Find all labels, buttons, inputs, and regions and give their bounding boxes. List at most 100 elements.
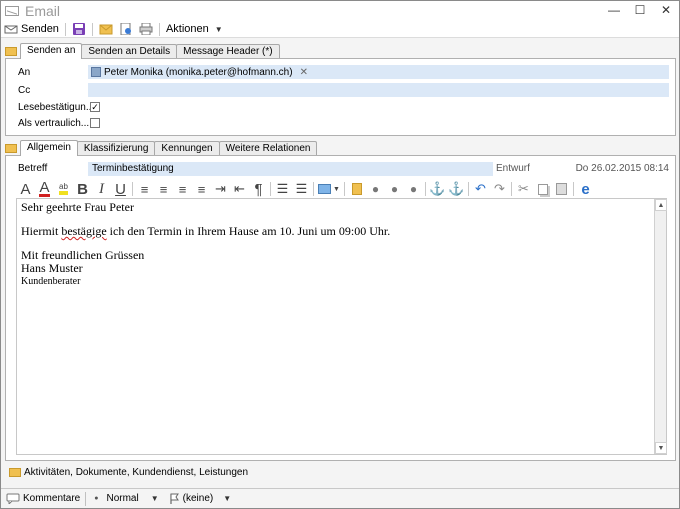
preview-button[interactable]: e — [576, 180, 595, 198]
send-button[interactable]: Senden — [1, 21, 62, 38]
close-icon[interactable]: ✕ — [659, 3, 673, 17]
italic-button[interactable]: I — [92, 180, 111, 198]
minimize-icon[interactable]: — — [607, 3, 621, 17]
send-label: Senden — [21, 23, 59, 35]
underline-icon: U — [115, 180, 126, 198]
paste-button[interactable] — [552, 180, 571, 198]
message-editor[interactable]: Sehr geehrte Frau Peter Hiermit bestägig… — [16, 198, 667, 455]
recipient-chip[interactable]: Peter Monika (monika.peter@hofmann.ch) ✕ — [88, 67, 308, 78]
sender-name: Hans Muster — [21, 261, 83, 275]
mail-action-button[interactable] — [96, 21, 116, 38]
read-receipt-label: Lesebestätigun... — [18, 101, 95, 113]
tab-identifiers[interactable]: Kennungen — [154, 141, 220, 156]
tab-send-to-details[interactable]: Senden an Details — [81, 44, 178, 59]
table-icon — [351, 183, 362, 195]
outdent-button[interactable]: ⇤ — [230, 180, 249, 198]
printer-icon — [139, 23, 153, 35]
folder-icon — [5, 46, 17, 56]
folder-icon — [9, 467, 21, 477]
comments-label: Kommentare — [23, 493, 81, 504]
tab-further-relations[interactable]: Weitere Relationen — [218, 141, 318, 156]
cc-field[interactable] — [88, 83, 669, 97]
bullet-list-button[interactable]: ☰ — [273, 180, 292, 198]
align-right-icon: ≡ — [197, 181, 206, 197]
copy-icon — [537, 183, 548, 195]
align-right-button[interactable]: ≡ — [192, 180, 211, 198]
body-text-start: Hiermit — [21, 224, 62, 238]
bold-icon: B — [77, 180, 88, 198]
pilcrow-button[interactable]: ¶ — [249, 180, 268, 198]
chevron-down-icon: ▼ — [223, 494, 232, 503]
print-button[interactable] — [136, 21, 156, 38]
spellcheck-button[interactable]: ● — [366, 180, 385, 198]
copy-button[interactable] — [533, 180, 552, 198]
to-field[interactable]: Peter Monika (monika.peter@hofmann.ch) ✕ — [88, 65, 669, 79]
editor-separator — [132, 182, 133, 196]
outdent-icon: ⇤ — [234, 181, 245, 196]
tab-general[interactable]: Allgemein — [20, 140, 78, 156]
font-color-button[interactable]: A — [35, 180, 54, 198]
align-left-button[interactable]: ≡ — [154, 180, 173, 198]
closing-line: Mit freundlichen Grüssen — [21, 248, 145, 262]
attach-button[interactable] — [116, 21, 136, 38]
activities-section[interactable]: Aktivitäten, Dokumente, Kundendienst, Le… — [9, 465, 248, 479]
cut-button[interactable]: ✂ — [514, 180, 533, 198]
remove-recipient-icon[interactable]: ✕ — [300, 67, 308, 78]
comments-button[interactable]: Kommentare — [1, 489, 85, 508]
numbered-list-button[interactable]: ☰ — [292, 180, 311, 198]
flag-dropdown[interactable]: (keine) ▼ — [164, 489, 237, 508]
remove-anchor-button[interactable]: ⚓ — [447, 180, 466, 198]
flag-icon — [170, 493, 179, 504]
spellcheck-icon: ● — [371, 182, 380, 196]
tab-message-header[interactable]: Message Header (*) — [176, 44, 280, 59]
insert-image-button[interactable]: ▼ — [316, 180, 342, 198]
save-button[interactable] — [69, 21, 89, 38]
font-button[interactable]: A — [16, 180, 35, 198]
recipient-tab-bar: Senden an Senden an Details Message Head… — [5, 43, 280, 59]
chevron-down-icon: ▼ — [214, 24, 223, 34]
indent-button[interactable]: ⇥ — [211, 180, 230, 198]
save-icon — [72, 23, 85, 35]
priority-dropdown[interactable]: ● Normal ▼ — [86, 489, 163, 508]
redo-button[interactable]: ↷ — [490, 180, 509, 198]
highlight-button[interactable]: ab — [54, 180, 73, 198]
editor-separator — [511, 182, 512, 196]
italic-icon: I — [99, 180, 104, 197]
read-receipt-checkbox[interactable]: ✓ — [90, 102, 100, 112]
recipient-name: Peter Monika (monika.peter@hofmann.ch) — [104, 66, 293, 78]
misspelled-word[interactable]: bestägige — [61, 224, 106, 238]
insert-table-button[interactable] — [347, 180, 366, 198]
actions-menu[interactable]: Aktionen ▼ — [163, 21, 226, 38]
insert-anchor-button[interactable]: ⚓ — [428, 180, 447, 198]
undo-icon: ↶ — [475, 181, 486, 196]
folder-icon — [5, 143, 17, 153]
scroll-up-icon[interactable]: ▲ — [655, 199, 667, 211]
tab-classification[interactable]: Klassifizierung — [76, 141, 156, 156]
subject-input[interactable]: Terminbestätigung — [88, 162, 493, 176]
editor-separator — [270, 182, 271, 196]
recipient-panel: An Peter Monika (monika.peter@hofmann.ch… — [5, 58, 676, 136]
paste-icon — [556, 183, 567, 195]
anchor-add-icon: ⚓ — [429, 181, 446, 196]
align-center-button[interactable]: ≡ — [173, 180, 192, 198]
message-body[interactable]: Sehr geehrte Frau Peter Hiermit bestägig… — [17, 199, 653, 454]
underline-button[interactable]: U — [111, 180, 130, 198]
bold-button[interactable]: B — [73, 180, 92, 198]
editor-separator — [313, 182, 314, 196]
undo-button[interactable]: ↶ — [471, 180, 490, 198]
font-color-icon: A — [39, 179, 50, 197]
vertical-scrollbar[interactable]: ▲ ▼ — [654, 199, 667, 454]
subject-label: Betreff — [18, 163, 48, 174]
scroll-down-icon[interactable]: ▼ — [655, 442, 667, 454]
body-text-end: ich den Termin in Ihrem Hause am 10. Jun… — [106, 224, 391, 238]
tab-send-to[interactable]: Senden an — [20, 43, 83, 59]
dictionary-button[interactable]: ● — [404, 180, 423, 198]
maximize-icon[interactable]: ☐ — [633, 3, 647, 17]
align-justify-button[interactable]: ≡ — [135, 180, 154, 198]
cc-row: Cc — [6, 83, 675, 97]
pilcrow-icon: ¶ — [254, 180, 263, 198]
activities-label: Aktivitäten, Dokumente, Kundendienst, Le… — [24, 466, 249, 478]
confidential-checkbox[interactable] — [90, 118, 100, 128]
main-toolbar: Senden Aktionen ▼ — [1, 21, 679, 38]
translate-button[interactable]: ● — [385, 180, 404, 198]
